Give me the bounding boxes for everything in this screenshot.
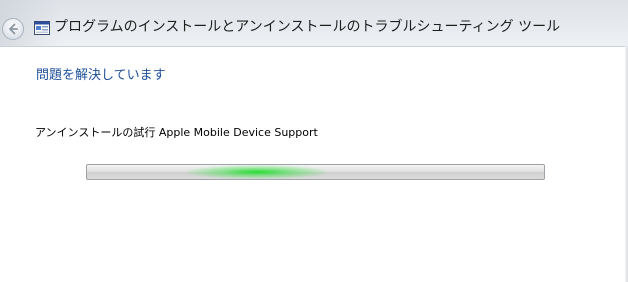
progress-indicator — [187, 165, 327, 179]
progress-bar — [86, 164, 545, 180]
troubleshooter-app-icon — [34, 20, 50, 35]
back-button[interactable] — [2, 18, 24, 40]
page-heading: 問題を解決しています — [36, 68, 166, 83]
title-bar: プログラムのインストールとアンインストールのトラブルシューティング ツール — [0, 0, 628, 47]
status-message: アンインストールの試行 Apple Mobile Device Support — [35, 126, 318, 139]
troubleshooter-window: プログラムのインストールとアンインストールのトラブルシューティング ツール 問題… — [0, 0, 628, 282]
back-arrow-icon — [6, 22, 20, 36]
window-title: プログラムのインストールとアンインストールのトラブルシューティング ツール — [54, 19, 561, 35]
